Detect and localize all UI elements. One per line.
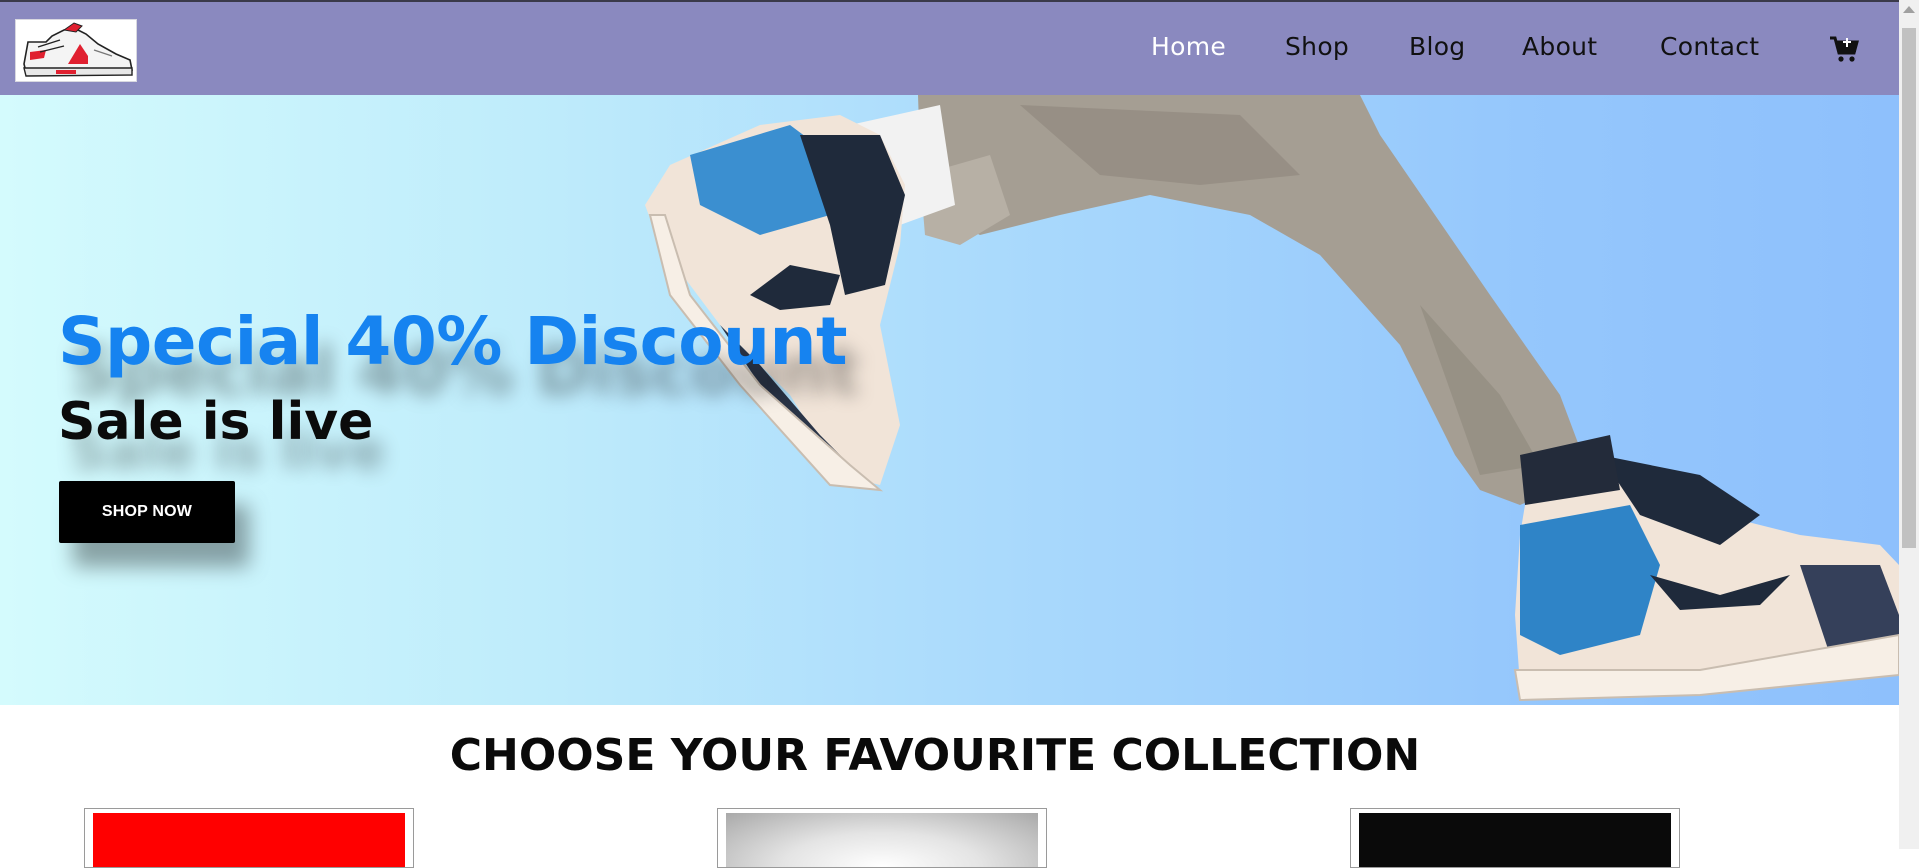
scroll-up-arrow-icon[interactable] <box>1903 6 1915 13</box>
main-nav: Home Shop Blog About Contact <box>0 2 1899 95</box>
black-collection-image <box>1359 813 1671 867</box>
red-collection-image <box>93 813 405 867</box>
nav-about[interactable]: About <box>1522 32 1597 61</box>
shop-now-button[interactable]: SHOP NOW <box>59 481 235 543</box>
nav-contact[interactable]: Contact <box>1660 32 1759 61</box>
cart-button[interactable] <box>1829 35 1859 63</box>
site-header: Home Shop Blog About Contact <box>0 2 1899 95</box>
grey-collection-image <box>726 813 1038 867</box>
hero-title: Special 40% Discount <box>58 303 848 380</box>
collection-card-red[interactable] <box>84 808 414 868</box>
cart-icon <box>1830 36 1859 62</box>
page-scrollbar[interactable] <box>1899 0 1919 849</box>
collection-card-black[interactable] <box>1350 808 1680 868</box>
nav-home[interactable]: Home <box>1151 32 1226 61</box>
scroll-thumb[interactable] <box>1902 28 1916 548</box>
collection-heading: CHOOSE YOUR FAVOURITE COLLECTION <box>449 730 1421 781</box>
nav-blog[interactable]: Blog <box>1409 32 1465 61</box>
collection-card-grey[interactable] <box>717 808 1047 868</box>
hero-banner: Special 40% Discount Sale is live SHOP N… <box>0 95 1899 705</box>
hero-subtitle: Sale is live <box>58 392 374 452</box>
nav-shop[interactable]: Shop <box>1285 32 1349 61</box>
